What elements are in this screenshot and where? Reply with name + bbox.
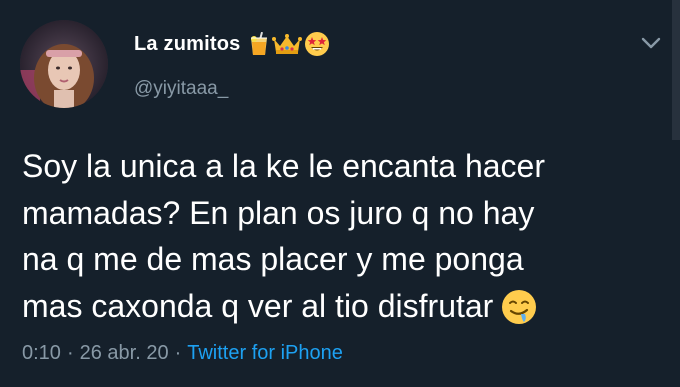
tweet-time[interactable]: 0:10 [22, 342, 61, 365]
tweet-text: Soy la unica a la ke le encanta hacer ma… [22, 143, 662, 329]
display-name-row: La zumitos [134, 30, 330, 58]
meta-separator: · [66, 342, 74, 364]
tweet-text-line-last: mas caxonda q ver al tio disfrutar [22, 283, 662, 330]
tweet-text-line-last-text: mas caxonda q ver al tio disfrutar [22, 287, 494, 324]
star-struck-emoji [305, 32, 330, 56]
tweet-text-line: Soy la unica a la ke le encanta hacer [22, 148, 545, 184]
tropical-drink-emoji [251, 32, 268, 55]
handle[interactable]: @yiyitaaa_ [134, 78, 228, 100]
name-emojis [248, 31, 330, 57]
drooling-face-emoji [502, 289, 537, 324]
tweet-text-line: na q me de mas placer y me ponga [22, 241, 524, 277]
tweet-date[interactable]: 26 abr. 20 [80, 342, 169, 365]
tweet-meta: 0:10 · 26 abr. 20 · Twitter for iPhone [22, 342, 343, 365]
tweet-source-link[interactable]: Twitter for iPhone [187, 342, 343, 365]
meta-separator: · [174, 342, 182, 364]
display-name[interactable]: La zumitos [134, 33, 240, 56]
tweet-text-line: mamadas? En plan os juro q no hay [22, 194, 535, 231]
avatar[interactable] [20, 20, 108, 108]
scrollbar[interactable] [672, 0, 680, 140]
chevron-down-icon[interactable] [640, 34, 662, 52]
tweet-card: La zumitos @yiyitaaa_ Soy la unica a la … [0, 0, 680, 387]
crown-emoji [272, 34, 303, 54]
